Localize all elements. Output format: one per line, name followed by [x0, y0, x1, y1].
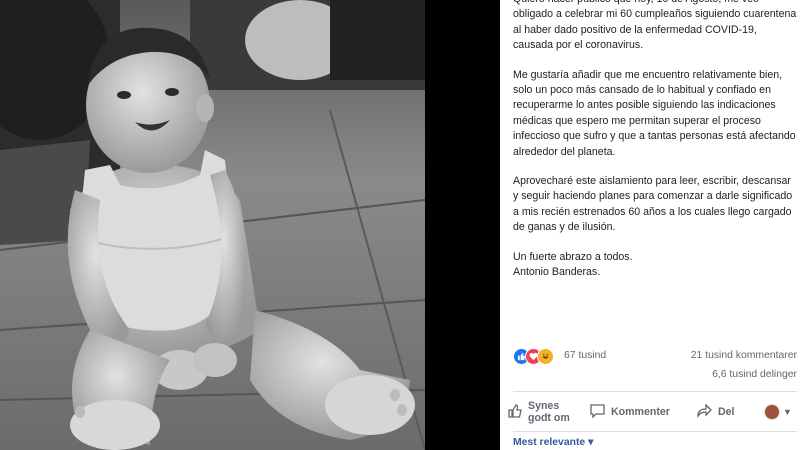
divider [513, 391, 797, 392]
shares-count[interactable]: 6,6 tusind delinger [712, 369, 797, 380]
thumbs-up-icon [508, 403, 522, 421]
baby-photo [0, 0, 425, 450]
viewer-background [425, 0, 500, 450]
share-button[interactable]: Del [697, 393, 735, 431]
comments-count[interactable]: 21 tusind kommentarer [691, 350, 797, 361]
post-signature: Antonio Banderas. [513, 266, 601, 279]
share-arrow-icon [697, 402, 712, 421]
post-paragraph: Quiero hacer público que hoy, 10 de Agos… [513, 0, 797, 52]
photo-viewer[interactable] [0, 0, 500, 450]
post-as-selector[interactable]: ▼ [764, 393, 792, 431]
post-paragraph: Me gustaría añadir que me encuentro rela… [513, 68, 796, 158]
comment-label: Kommenter [611, 406, 670, 418]
comment-button[interactable]: Kommenter [590, 393, 670, 431]
post-panel: Quiero hacer público que hoy, 10 de Agos… [500, 0, 800, 450]
reaction-icons[interactable] [513, 348, 561, 365]
reactions-bar: 67 tusind 21 tusind kommentarer 6,6 tusi… [513, 348, 797, 388]
comment-sort-dropdown[interactable]: Mest relevante ▾ [513, 436, 593, 448]
haha-icon [537, 348, 554, 365]
caret-down-icon: ▼ [783, 407, 792, 417]
comment-bubble-icon [590, 403, 605, 421]
avatar [764, 404, 780, 420]
post-text: Quiero hacer público que hoy, 10 de Agos… [513, 0, 797, 281]
like-button[interactable]: Synes godt om [508, 393, 588, 431]
post-paragraph: Aprovecharé este aislamiento para leer, … [513, 175, 793, 234]
like-label: Synes godt om [528, 400, 570, 424]
reaction-count[interactable]: 67 tusind [564, 350, 606, 361]
post-signature-block: Un fuerte abrazo a todos. Antonio Bander… [513, 250, 797, 281]
action-bar: Synes godt om Kommenter Del ▼ [500, 393, 800, 431]
like-label-line2: godt om [528, 412, 570, 424]
divider [513, 431, 797, 432]
like-label-line1: Synes [528, 400, 560, 412]
post-closing: Un fuerte abrazo a todos. [513, 250, 633, 263]
share-label: Del [718, 406, 735, 418]
